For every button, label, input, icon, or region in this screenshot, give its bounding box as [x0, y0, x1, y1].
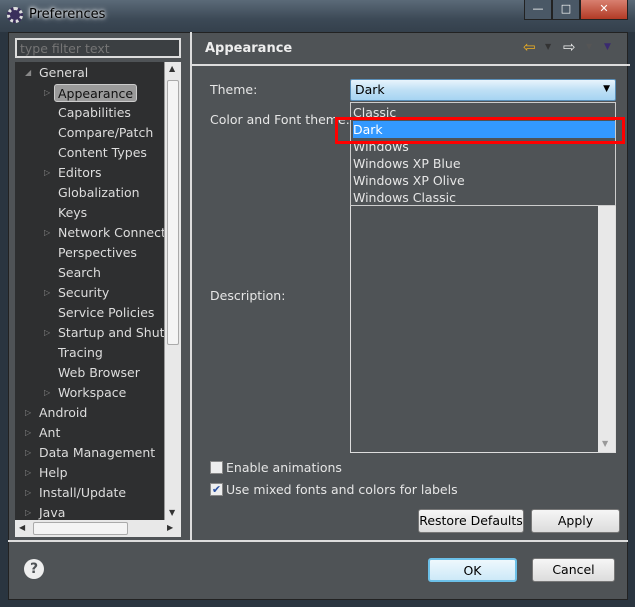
tree-item[interactable]: Install/Update — [39, 484, 126, 502]
expand-icon[interactable]: ▷ — [44, 228, 50, 237]
restore-defaults-button[interactable]: Restore Defaults — [418, 509, 524, 533]
theme-option[interactable]: Windows Classic — [353, 189, 615, 206]
expand-icon[interactable]: ▷ — [44, 328, 50, 337]
expand-icon[interactable]: ▷ — [25, 488, 31, 497]
tree-item[interactable]: General — [39, 64, 88, 82]
theme-select[interactable]: Dark ▼ — [350, 79, 616, 101]
mixed-fonts-label: Use mixed fonts and colors for labels — [226, 482, 458, 497]
cancel-button[interactable]: Cancel — [532, 558, 615, 582]
highlight-annotation — [335, 117, 625, 144]
scroll-down-icon[interactable]: ▼ — [169, 508, 175, 517]
tree-item[interactable]: Compare/Patch — [58, 124, 153, 142]
scroll-down-icon[interactable]: ▼ — [602, 439, 608, 448]
description-label: Description: — [210, 288, 286, 303]
tree-item[interactable]: Security — [58, 284, 109, 302]
theme-selected-value: Dark — [355, 82, 385, 97]
theme-label: Theme: — [210, 82, 258, 97]
divider — [192, 64, 630, 66]
tree-vertical-scrollbar[interactable]: ▲ ▼ — [164, 62, 181, 520]
back-dropdown-icon[interactable]: ▼ — [545, 42, 551, 51]
tree-item[interactable]: Web Browser — [58, 364, 140, 382]
scroll-up-icon[interactable]: ▲ — [169, 64, 175, 73]
help-icon[interactable]: ? — [24, 559, 44, 579]
expand-icon[interactable]: ▷ — [25, 468, 31, 477]
hscroll-thumb[interactable] — [33, 522, 128, 535]
view-menu-icon[interactable]: ▼ — [604, 42, 611, 52]
tree-item[interactable]: Network Connecti — [58, 224, 169, 242]
tree-item[interactable]: Service Policies — [58, 304, 154, 322]
tree-item[interactable]: Startup and Shutd — [58, 324, 172, 342]
close-button[interactable]: ✕ — [580, 0, 628, 20]
divider — [8, 540, 628, 542]
tree-item[interactable]: Ant — [39, 424, 60, 442]
page-title: Appearance — [205, 41, 293, 56]
preference-tree[interactable]: ◢ General ▷ Appearance Capabilities Compare/P… — [15, 62, 181, 520]
maximize-button[interactable]: □ — [552, 0, 580, 20]
forward-dropdown-icon[interactable]: ▼ — [586, 42, 592, 51]
filter-input[interactable] — [15, 38, 181, 58]
enable-animations-checkbox[interactable] — [210, 461, 223, 474]
preview-scrollbar[interactable]: ▼ — [598, 205, 615, 452]
collapse-icon[interactable]: ◢ — [25, 68, 31, 77]
mixed-fonts-checkbox[interactable]: ✔ — [210, 483, 223, 496]
tree-horizontal-scrollbar[interactable]: ◀ ▶ — [15, 520, 181, 537]
expand-icon[interactable]: ▷ — [44, 288, 50, 297]
ok-button[interactable]: OK — [428, 558, 517, 582]
theme-option[interactable]: Windows XP Olive — [353, 172, 615, 189]
theme-option[interactable]: Windows XP Blue — [353, 155, 615, 172]
tree-item[interactable]: Perspectives — [58, 244, 137, 262]
scroll-left-icon[interactable]: ◀ — [19, 523, 25, 532]
window-title: Preferences — [29, 7, 106, 22]
scroll-right-icon[interactable]: ▶ — [167, 523, 173, 532]
back-arrow-icon[interactable]: ⇦ — [523, 38, 536, 56]
minimize-button[interactable]: — — [524, 0, 552, 20]
gear-icon — [7, 7, 23, 23]
expand-icon[interactable]: ▷ — [25, 428, 31, 437]
tree-item[interactable]: Globalization — [58, 184, 140, 202]
color-font-theme-list[interactable] — [350, 200, 616, 453]
forward-arrow-icon[interactable]: ⇨ — [563, 38, 576, 56]
apply-button[interactable]: Apply — [531, 509, 620, 533]
tree-item[interactable]: Help — [39, 464, 68, 482]
color-font-theme-label: Color and Font theme: — [210, 112, 350, 127]
expand-icon[interactable]: ▷ — [44, 88, 50, 97]
tree-item[interactable]: Capabilities — [58, 104, 131, 122]
tree-item[interactable]: Tracing — [58, 344, 103, 362]
tree-item[interactable]: Keys — [58, 204, 87, 222]
chevron-down-icon: ▼ — [603, 84, 610, 94]
tree-item[interactable]: Content Types — [58, 144, 147, 162]
tree-item[interactable]: Appearance — [54, 84, 138, 102]
divider — [190, 32, 192, 540]
tree-item[interactable]: Workspace — [58, 384, 126, 402]
expand-icon[interactable]: ▷ — [25, 448, 31, 457]
tree-item[interactable]: Search — [58, 264, 101, 282]
enable-animations-label: Enable animations — [226, 460, 342, 475]
expand-icon[interactable]: ▷ — [25, 508, 31, 517]
tree-item[interactable]: Android — [39, 404, 87, 422]
tree-item[interactable]: Data Management — [39, 444, 155, 462]
expand-icon[interactable]: ▷ — [25, 408, 31, 417]
tree-item[interactable]: Editors — [58, 164, 102, 182]
expand-icon[interactable]: ▷ — [44, 168, 50, 177]
expand-icon[interactable]: ▷ — [44, 388, 50, 397]
scroll-thumb[interactable] — [167, 80, 179, 345]
